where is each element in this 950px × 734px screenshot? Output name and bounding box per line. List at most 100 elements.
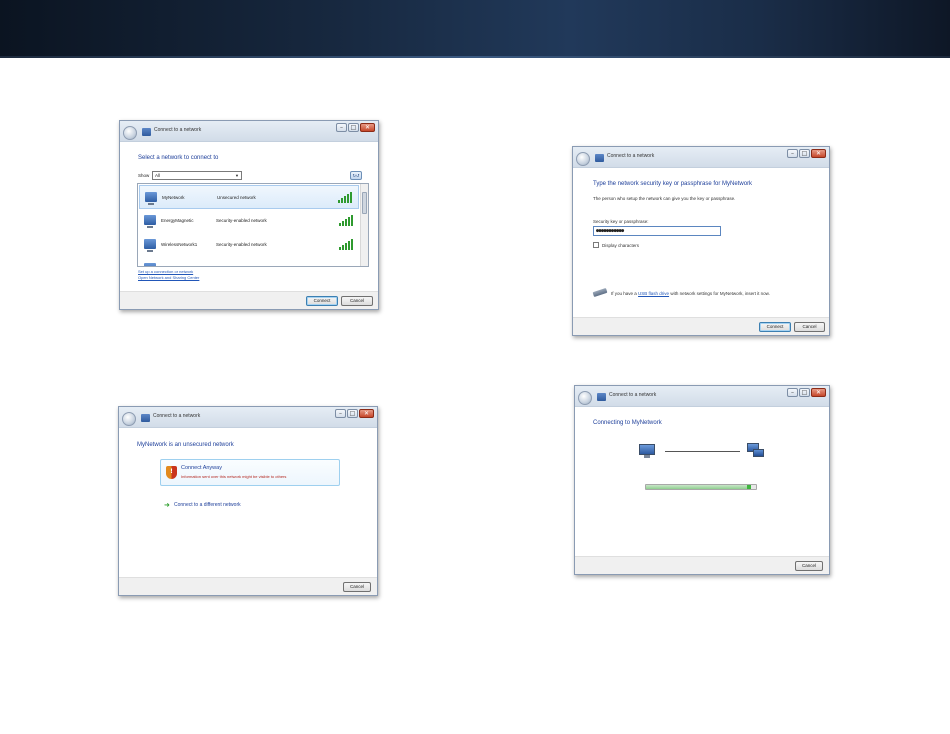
minimize-icon[interactable]: –: [787, 388, 798, 397]
minimize-icon[interactable]: –: [335, 409, 346, 418]
close-icon[interactable]: ✕: [811, 149, 826, 158]
network-name: MyNetwork: [162, 195, 185, 200]
show-dropdown[interactable]: All ▼: [152, 171, 242, 180]
security-key-input[interactable]: ●●●●●●●●●●●: [593, 226, 721, 236]
chevron-down-icon: ▼: [235, 173, 239, 178]
progress-fill: [646, 485, 751, 489]
connect-button[interactable]: Connect: [759, 322, 791, 332]
usb-text-before: If you have a: [611, 291, 637, 296]
shield-warning-icon: !: [166, 466, 177, 479]
window-title: Connect to a network: [154, 127, 202, 133]
window-title: Connect to a network: [153, 413, 201, 419]
network-row[interactable]: MyNetwork Unsecured network: [139, 185, 359, 209]
option-title: Connect Anyway: [181, 465, 222, 471]
security-key-dialog: Connect to a network – □ ✕ Type the netw…: [572, 146, 830, 336]
back-arrow-icon[interactable]: [576, 152, 590, 166]
connection-line: [665, 451, 740, 452]
close-icon[interactable]: ✕: [811, 388, 826, 397]
network-row[interactable]: EnergyMagnetic Security-enabled network: [139, 209, 359, 233]
window-title: Connect to a network: [609, 392, 657, 398]
scrollbar[interactable]: [360, 184, 368, 266]
usb-hint: If you have a USB flash drive with netwo…: [611, 291, 770, 296]
maximize-icon[interactable]: □: [799, 388, 810, 397]
network-icon: [595, 154, 604, 162]
signal-strength-icon: [339, 214, 353, 226]
network-icon: [597, 393, 606, 401]
signal-strength-icon: [338, 191, 352, 203]
connecting-dialog: Connect to a network – □ ✕ Connecting to…: [574, 385, 830, 575]
progress-head: [746, 485, 751, 489]
back-arrow-icon[interactable]: [122, 412, 136, 426]
display-characters-checkbox[interactable]: [593, 242, 599, 248]
network-center-link[interactable]: Open Network and Sharing Center: [138, 275, 199, 280]
network-icon: [141, 414, 150, 422]
select-network-dialog: Connect to a network – □ ✕ Select a netw…: [119, 120, 379, 310]
dialog-footer: Cancel: [575, 556, 829, 574]
page-heading: Type the network security key or passphr…: [593, 181, 753, 187]
connect-button[interactable]: Connect: [306, 296, 338, 306]
refresh-icon: ↻↺: [352, 173, 360, 178]
cancel-button[interactable]: Cancel: [794, 322, 825, 332]
window-controls: – □ ✕: [787, 149, 826, 158]
window-controls: – □ ✕: [787, 388, 826, 397]
option-warning: Information sent over this network might…: [181, 474, 287, 479]
maximize-icon[interactable]: □: [348, 123, 359, 132]
refresh-button[interactable]: ↻↺: [350, 171, 362, 180]
signal-strength-icon: [339, 238, 353, 250]
network-icon: [747, 443, 765, 459]
wireless-network-icon: [144, 263, 156, 266]
wireless-network-icon: [144, 215, 156, 228]
page-heading: Connecting to MyNetwork: [593, 420, 662, 426]
titlebar: Connect to a network – □ ✕: [573, 147, 829, 168]
maximize-icon[interactable]: □: [799, 149, 810, 158]
display-characters-label: Display characters: [602, 243, 640, 248]
network-security: Security-enabled network: [216, 242, 267, 247]
close-icon[interactable]: ✕: [360, 123, 375, 132]
unsecured-network-dialog: Connect to a network – □ ✕ MyNetwork is …: [118, 406, 378, 596]
connection-progress-bar: [645, 484, 757, 490]
network-row-partial[interactable]: [139, 257, 359, 266]
connect-anyway-option[interactable]: ! Connect Anyway Information sent over t…: [160, 459, 340, 486]
network-icon: [142, 128, 151, 136]
usb-drive-icon: [592, 287, 608, 298]
key-description: The person who setup the network can giv…: [593, 196, 736, 201]
wireless-network-icon: [145, 192, 157, 205]
computer-icon: [639, 444, 657, 458]
titlebar: Connect to a network – □ ✕: [120, 121, 378, 142]
minimize-icon[interactable]: –: [336, 123, 347, 132]
titlebar: Connect to a network – □ ✕: [575, 386, 829, 407]
window-title: Connect to a network: [607, 153, 655, 159]
scroll-thumb[interactable]: [362, 192, 367, 214]
key-field-label: Security key or passphrase:: [593, 219, 649, 224]
dialog-footer: Connect Cancel: [120, 291, 378, 309]
close-icon[interactable]: ✕: [359, 409, 374, 418]
network-name: WirelessNetwork1: [161, 242, 198, 247]
back-arrow-icon[interactable]: [123, 126, 137, 140]
network-security: Security-enabled network: [216, 218, 267, 223]
back-arrow-icon[interactable]: [578, 391, 592, 405]
page-heading: Select a network to connect to: [138, 155, 219, 161]
usb-flash-drive-link[interactable]: USB flash drive: [638, 291, 669, 296]
cancel-button[interactable]: Cancel: [795, 561, 823, 571]
show-label: Show: [138, 173, 150, 178]
connect-different-network-link[interactable]: Connect to a different network: [174, 502, 241, 508]
network-list: MyNetwork Unsecured network EnergyMagnet…: [137, 183, 369, 267]
green-arrow-icon: ➜: [164, 501, 170, 509]
wireless-network-icon: [144, 239, 156, 252]
minimize-icon[interactable]: –: [787, 149, 798, 158]
dialog-footer: Cancel: [119, 577, 377, 595]
cancel-button[interactable]: Cancel: [343, 582, 371, 592]
window-controls: – □ ✕: [336, 123, 375, 132]
maximize-icon[interactable]: □: [347, 409, 358, 418]
cancel-button[interactable]: Cancel: [341, 296, 373, 306]
network-name: EnergyMagnetic: [161, 218, 194, 223]
page-heading: MyNetwork is an unsecured network: [137, 442, 234, 448]
titlebar: Connect to a network – □ ✕: [119, 407, 377, 428]
network-security: Unsecured network: [217, 195, 256, 200]
top-banner: [0, 0, 950, 58]
network-row[interactable]: WirelessNetwork1 Security-enabled networ…: [139, 233, 359, 257]
setup-connection-link[interactable]: Set up a connection or network: [138, 269, 193, 274]
show-value: All: [155, 173, 161, 178]
window-controls: – □ ✕: [335, 409, 374, 418]
usb-text-after: with network settings for MyNetwork, ins…: [670, 291, 770, 296]
